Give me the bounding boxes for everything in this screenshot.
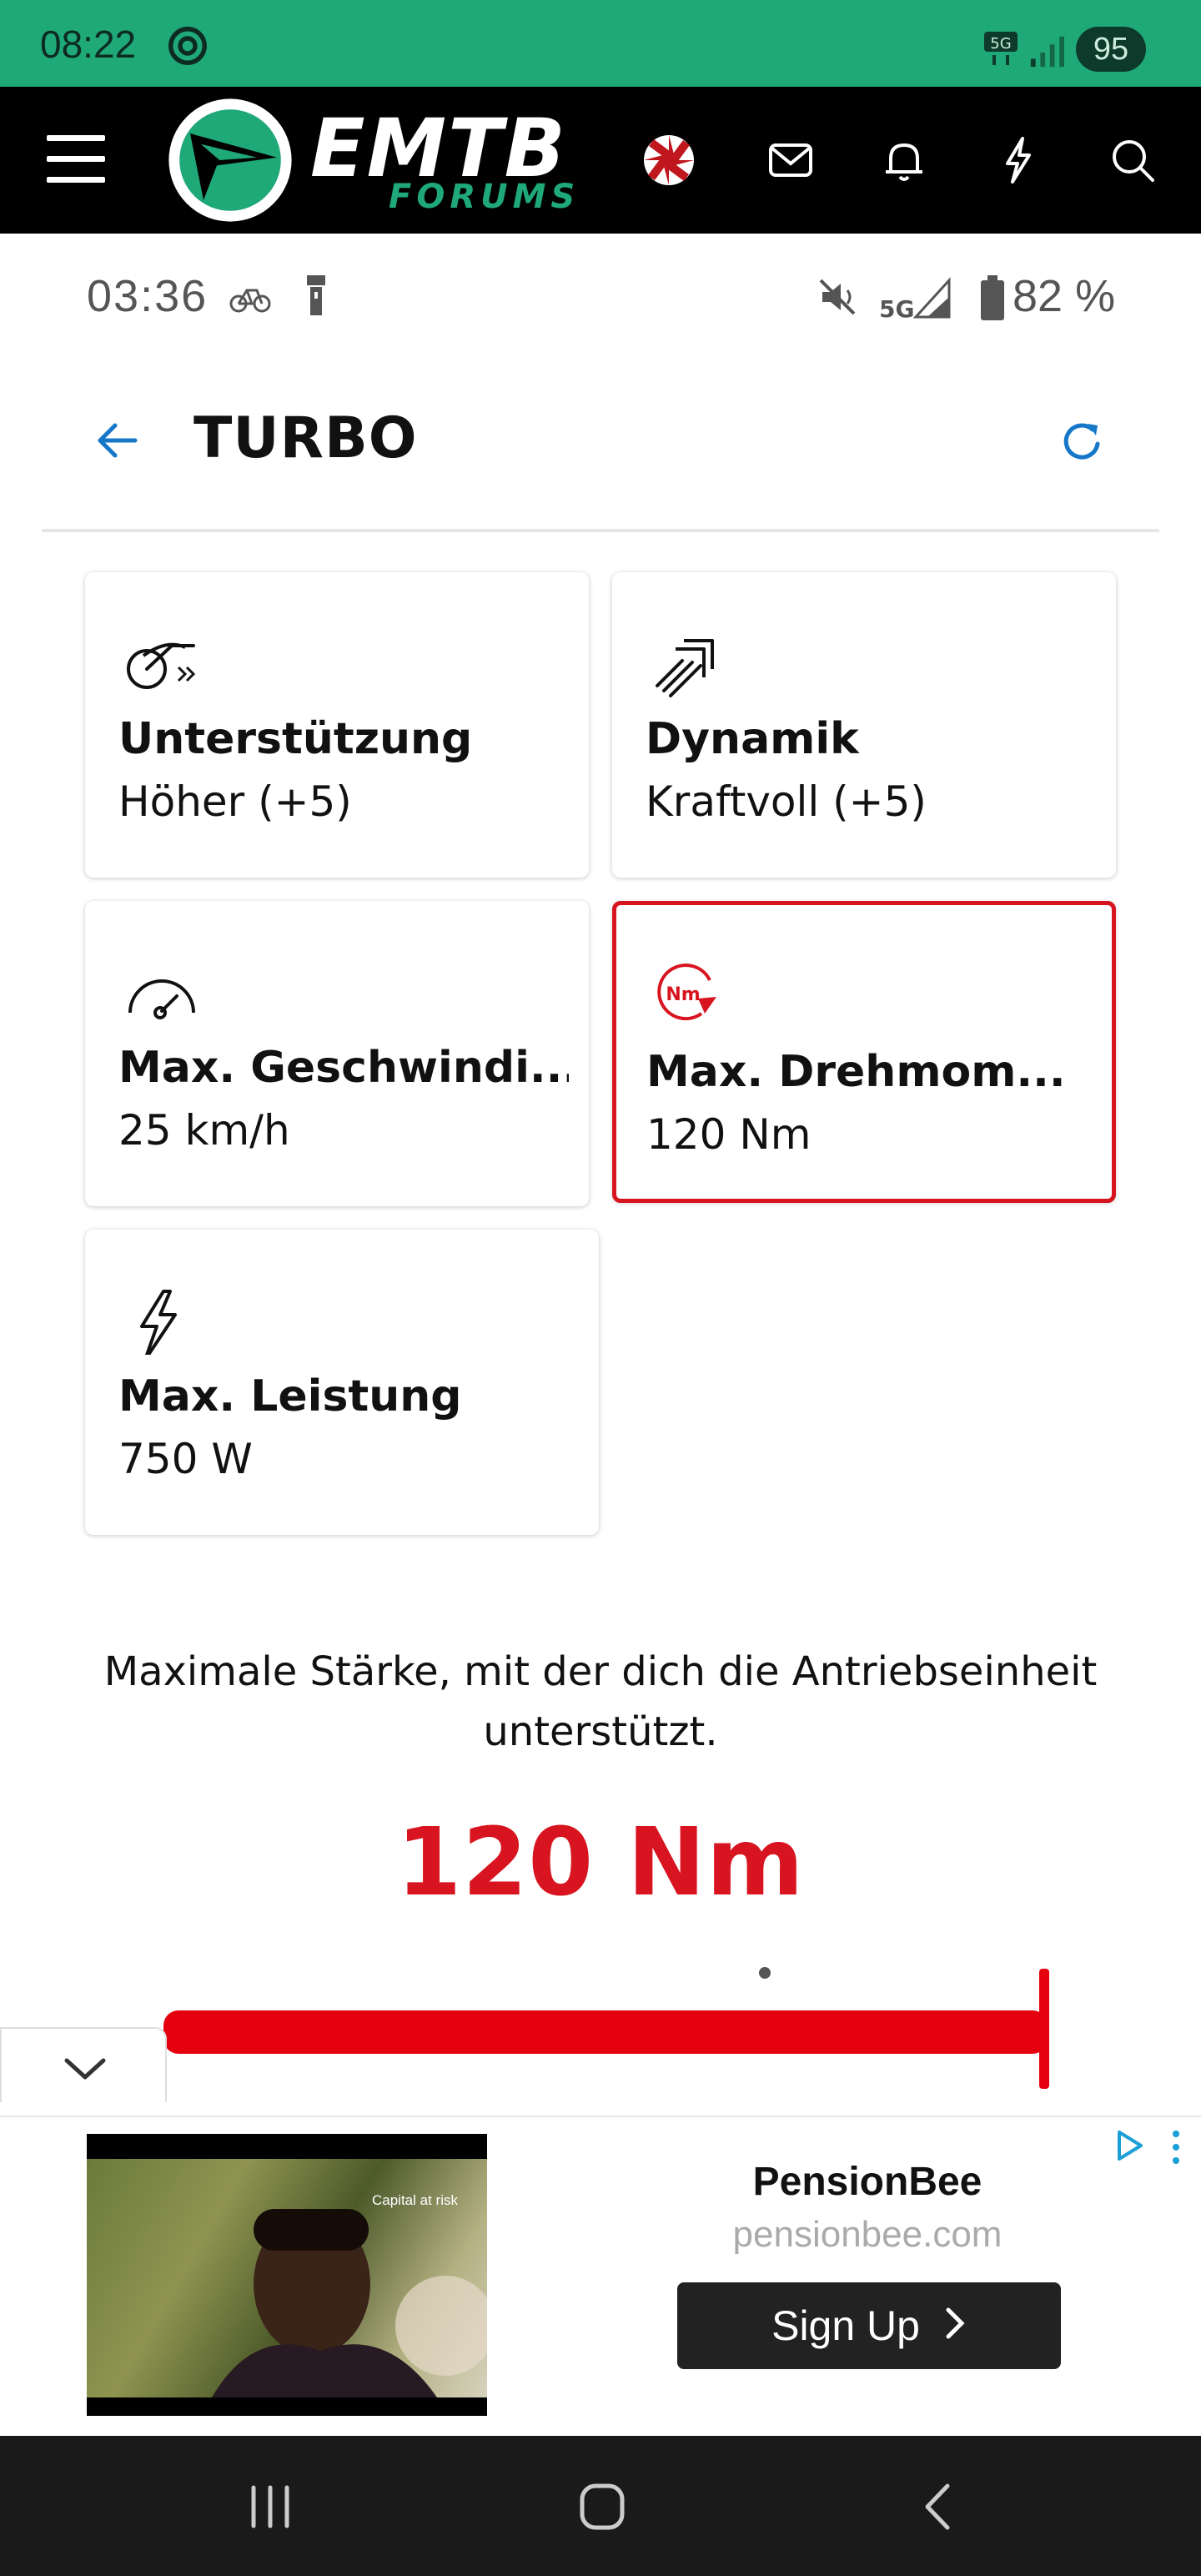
page-header: TURBO	[0, 392, 1201, 492]
ad-video[interactable]: Capital at risk	[87, 2134, 487, 2416]
collapse-ad-button[interactable]	[0, 2027, 167, 2102]
inbox-icon[interactable]	[764, 133, 817, 187]
card-title: Dynamik	[646, 714, 859, 764]
back-icon[interactable]	[906, 2478, 972, 2536]
ad-cta-label: Sign Up	[771, 2302, 920, 2349]
ad-video-caption: Capital at risk	[372, 2192, 458, 2208]
chevron-down-icon	[64, 2058, 106, 2080]
setting-card-max-power[interactable]: Max. Leistung 750 W	[85, 1230, 599, 1535]
torque-slider[interactable]	[163, 2010, 1048, 2054]
dynamics-icon	[656, 639, 714, 697]
flashlight-icon	[307, 275, 325, 315]
card-value: 120 Nm	[646, 1110, 812, 1159]
home-icon[interactable]	[569, 2478, 636, 2536]
system-status-bar: 08:22 5G 95	[0, 0, 1201, 87]
card-value: 750 W	[118, 1435, 253, 1483]
slider-marker	[759, 1967, 771, 1979]
app-battery-icon	[981, 275, 1004, 320]
torque-nm-icon: Nm	[657, 963, 716, 1021]
svg-text:5G: 5G	[879, 295, 914, 320]
emtb-logo-icon[interactable]	[163, 93, 297, 227]
setting-description: Maximale Stärke, mit der dich die Antrie…	[103, 1648, 1098, 1755]
card-title: Max. Geschwindi...	[118, 1043, 569, 1093]
speedometer-icon	[128, 979, 195, 1019]
card-title: Unterstützung	[118, 714, 473, 764]
setting-card-max-speed[interactable]: Max. Geschwindi... 25 km/h	[85, 901, 589, 1206]
back-arrow-icon[interactable]	[92, 415, 142, 465]
card-value: 25 km/h	[118, 1106, 290, 1155]
card-value: Kraftvoll (+5)	[646, 777, 927, 826]
chevron-right-icon	[945, 2282, 967, 2369]
lightning-icon	[140, 1290, 177, 1355]
ad-banner[interactable]: Capital at risk PensionBee pensionbee.co…	[0, 2116, 1201, 2419]
search-icon[interactable]	[1106, 133, 1159, 187]
page-title: TURBO	[193, 405, 418, 471]
ad-choices-icon[interactable]	[1113, 2129, 1146, 2162]
app-network-icon: 5G	[879, 277, 951, 320]
battery-indicator: 95	[1076, 27, 1146, 72]
app-battery-percent: 82 %	[1013, 271, 1116, 321]
svg-text:5G: 5G	[990, 35, 1011, 53]
more-vertical-icon[interactable]	[1166, 2129, 1186, 2166]
slider-handle[interactable]	[1039, 1969, 1049, 2089]
app-status-time: 03:36	[87, 271, 209, 321]
bike-icon	[229, 289, 271, 313]
system-navigation-bar	[0, 2436, 1201, 2576]
app-status-bar: 03:36 5G 82 %	[0, 234, 1201, 359]
setting-card-dynamics[interactable]: Dynamik Kraftvoll (+5)	[612, 572, 1116, 878]
card-value: Höher (+5)	[118, 777, 352, 826]
setting-value: 120 Nm	[396, 1809, 805, 1917]
ad-brand[interactable]: PensionBee	[600, 2159, 1134, 2205]
bolt-icon[interactable]	[991, 133, 1044, 187]
setting-card-max-torque[interactable]: Nm Max. Drehmom... 120 Nm	[612, 901, 1116, 1203]
logo-title[interactable]: EMTB	[310, 108, 567, 189]
forum-header: EMTB FORUMS	[0, 87, 1201, 234]
assist-gauge-icon	[127, 642, 196, 689]
svg-text:Nm: Nm	[666, 984, 700, 1005]
menu-icon[interactable]	[47, 135, 105, 185]
ad-domain[interactable]: pensionbee.com	[600, 2214, 1134, 2256]
ad-signup-button[interactable]: Sign Up	[677, 2282, 1061, 2369]
recent-apps-icon[interactable]	[237, 2478, 304, 2536]
signal-strength-icon	[1030, 36, 1064, 68]
logo-subtitle[interactable]: FORUMS	[389, 179, 580, 215]
umbrella-avatar-icon[interactable]	[642, 133, 696, 187]
card-title: Max. Leistung	[118, 1371, 462, 1421]
refresh-icon[interactable]	[1056, 415, 1109, 469]
bell-icon[interactable]	[877, 133, 931, 187]
card-title: Max. Drehmom...	[646, 1047, 1066, 1097]
slider-fill	[163, 2010, 1048, 2054]
network-5g-icon: 5G	[984, 32, 1018, 65]
header-divider	[42, 529, 1159, 532]
at-sign-icon	[168, 27, 207, 65]
setting-card-support[interactable]: Unterstützung Höher (+5)	[85, 572, 589, 878]
status-time: 08:22	[40, 23, 137, 66]
mute-icon	[819, 279, 856, 315]
